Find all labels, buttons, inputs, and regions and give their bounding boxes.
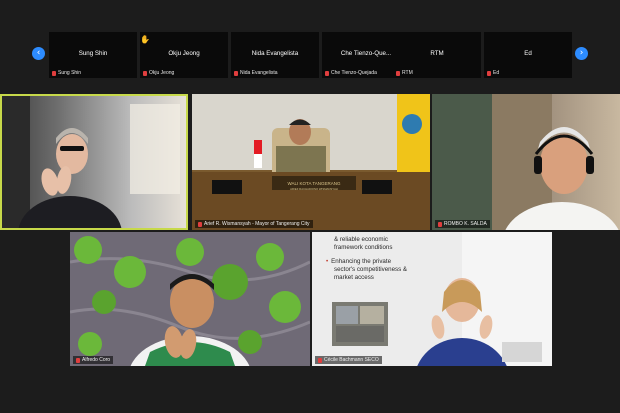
mic-off-icon (438, 221, 442, 227)
participant-strip: ‹ Sung Shin Sung Shin ✋ Okju Jeong Okju … (0, 28, 620, 82)
participant-video (0, 94, 180, 230)
participant-label: Okju Jeong (143, 70, 174, 76)
previous-page-icon[interactable]: ‹ (32, 47, 45, 60)
mic-off-icon (234, 70, 238, 76)
participant-name: Okju Jeong (168, 50, 200, 57)
participant-label: Alfredo Coro (73, 356, 114, 364)
participant-label: Cécile Bachmann SECO (315, 356, 382, 364)
mic-off-icon (396, 70, 400, 76)
mic-off-icon (143, 70, 147, 76)
mic-off-icon (318, 357, 322, 363)
participant-thumbnail[interactable]: Ed Ed (484, 32, 572, 78)
participant-thumbnail[interactable]: Sung Shin Sung Shin (49, 32, 137, 78)
raised-hand-icon: ✋ (140, 35, 150, 44)
bullet-icon: • (326, 258, 329, 265)
slide-bullet-line: • Enhancing the private (326, 258, 392, 265)
slide-text-line: framework conditions (334, 244, 393, 251)
nameplate-title: WALI KOTA TANGERANG (287, 181, 341, 186)
video-tile[interactable]: ROMBO K. SALDA (432, 94, 620, 230)
slide-text-line: market access (334, 274, 374, 281)
participant-name: Sung Shin (78, 50, 108, 57)
mic-off-icon (325, 70, 329, 76)
participant-thumbnail[interactable]: RTM RTM (393, 32, 481, 78)
video-tile[interactable]: WALI KOTA TANGERANG ARIEF RACHADIONO WIS… (192, 94, 430, 230)
participant-label: ROMBO K. SALDA (435, 220, 490, 228)
participant-label: RTM (396, 70, 413, 76)
participant-video: WALI KOTA TANGERANG ARIEF RACHADIONO WIS… (192, 94, 430, 230)
participant-label: Ed (487, 70, 499, 76)
nameplate-subtitle: ARIEF RACHADIONO WISMANSYAH (290, 187, 338, 191)
slide-text-line: & reliable economic (334, 236, 388, 243)
participant-label: Sung Shin (52, 70, 81, 76)
slide-text-line: sector's competitiveness & (334, 266, 408, 273)
participant-name: RTM (430, 50, 444, 57)
participant-name: Ed (524, 50, 532, 57)
mic-off-icon (487, 70, 491, 76)
participant-label: Nida Evangelista (234, 70, 278, 76)
video-tile[interactable]: Alfredo Coro (70, 232, 310, 366)
participant-name: Nida Evangelista (251, 50, 299, 57)
next-page-icon[interactable]: › (575, 47, 588, 60)
participant-label: Che Tienzo-Quejada (325, 70, 377, 76)
mic-off-icon (52, 70, 56, 76)
participant-thumbnail[interactable]: Nida Evangelista Nida Evangelista (231, 32, 319, 78)
participant-thumbnail[interactable]: ✋ Okju Jeong Okju Jeong (140, 32, 228, 78)
participant-video (432, 94, 619, 230)
participant-label: Arief R. Wismansyah - Mayor of Tangerang… (195, 220, 313, 228)
participant-video (312, 232, 552, 366)
participant-video (70, 232, 310, 366)
video-tile[interactable] (0, 94, 188, 230)
video-tile[interactable]: & reliable economic framework conditions… (312, 232, 552, 366)
mic-off-icon (198, 221, 202, 227)
mic-off-icon (76, 357, 80, 363)
